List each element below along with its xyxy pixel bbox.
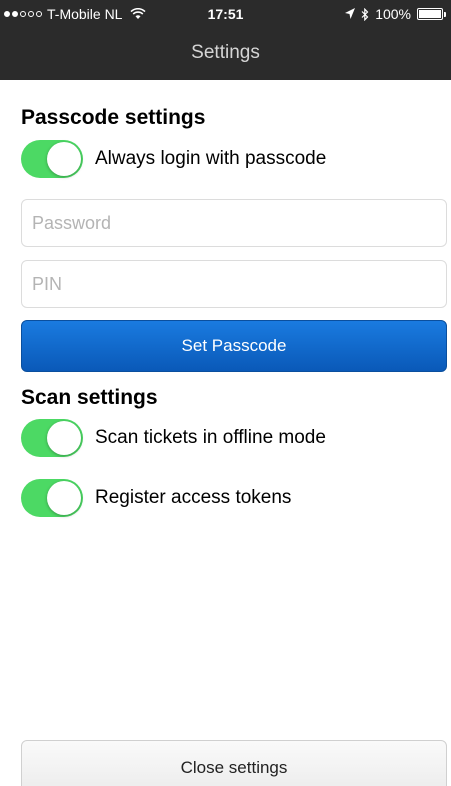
pin-field[interactable] bbox=[21, 260, 447, 308]
battery-icon bbox=[417, 8, 446, 20]
scan-section-title: Scan settings bbox=[21, 386, 158, 409]
always-login-row: Always login with passcode bbox=[21, 139, 326, 179]
battery-percentage: 100% bbox=[375, 6, 411, 22]
passcode-section-title: Passcode settings bbox=[21, 106, 206, 129]
status-bar: T-Mobile NL 17:51 100% bbox=[0, 0, 451, 30]
always-login-label: Always login with passcode bbox=[95, 148, 327, 169]
register-tokens-toggle[interactable] bbox=[21, 479, 83, 517]
set-passcode-button[interactable]: Set Passcode bbox=[21, 320, 447, 372]
register-tokens-label: Register access tokens bbox=[95, 487, 292, 508]
page-title: Settings bbox=[191, 42, 260, 63]
navigation-bar: T-Mobile NL 17:51 100% Settings bbox=[0, 0, 451, 80]
offline-mode-row: Scan tickets in offline mode bbox=[21, 418, 326, 458]
password-field[interactable] bbox=[21, 199, 447, 247]
close-settings-button[interactable]: Close settings bbox=[21, 740, 447, 786]
location-arrow-icon bbox=[345, 8, 356, 19]
bluetooth-icon bbox=[361, 7, 369, 21]
always-login-toggle[interactable] bbox=[21, 140, 83, 178]
register-tokens-row: Register access tokens bbox=[21, 478, 291, 518]
offline-mode-toggle[interactable] bbox=[21, 419, 83, 457]
offline-mode-label: Scan tickets in offline mode bbox=[95, 427, 326, 448]
